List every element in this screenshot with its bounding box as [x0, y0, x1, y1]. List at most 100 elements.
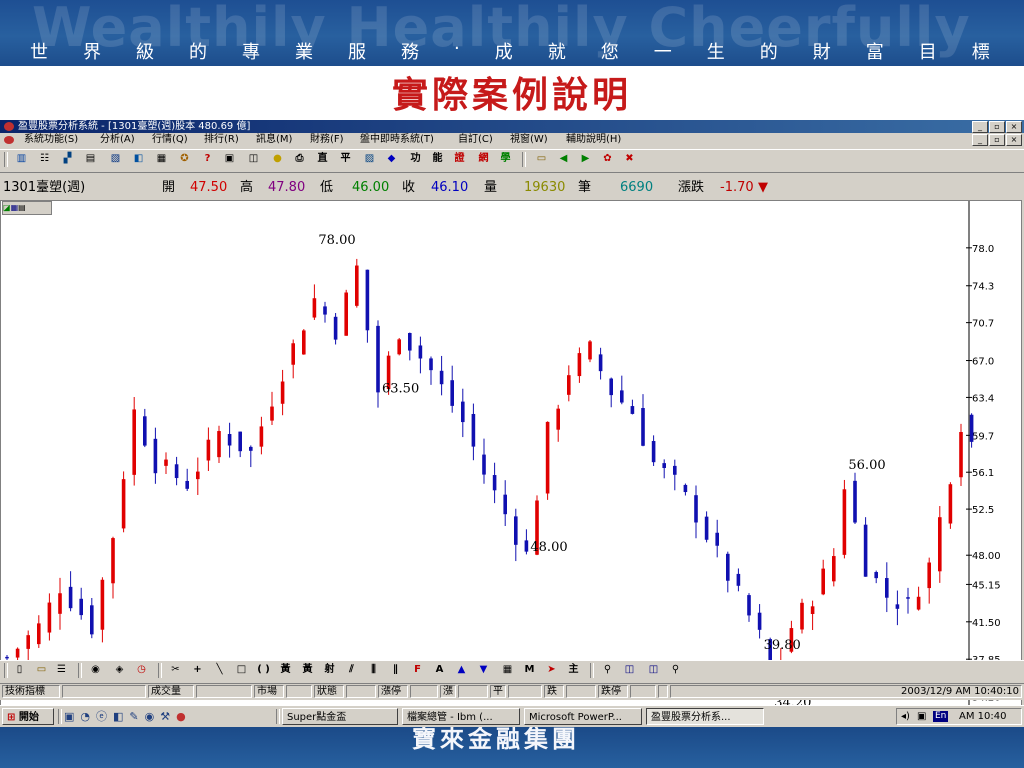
shoot-icon[interactable]: 射 [322, 663, 337, 677]
folder-icon[interactable]: ▭ [534, 152, 549, 166]
printer-icon[interactable]: ⎙ [292, 152, 307, 166]
table-icon[interactable]: ▦ [154, 152, 169, 166]
outlook-icon[interactable]: ◔ [80, 710, 96, 723]
compare-icon[interactable]: ◧ [131, 152, 146, 166]
disk-icon[interactable]: ◉ [88, 663, 103, 677]
energy-icon[interactable]: 能 [430, 152, 445, 166]
pointer-icon[interactable]: ➤ [544, 663, 559, 677]
tool-icon[interactable]: ⚒ [160, 710, 176, 723]
edit-icon[interactable]: ✎ [129, 710, 144, 723]
candle-body [800, 602, 804, 630]
parallel-icon[interactable]: ∥ [388, 663, 403, 677]
fan-icon[interactable]: ⫽ [344, 663, 359, 677]
fibonacci-icon[interactable]: F [410, 663, 425, 677]
rect-icon[interactable]: □ [234, 663, 249, 677]
open-icon[interactable]: ▭ [34, 663, 49, 677]
ie-icon[interactable]: ⓔ [96, 710, 113, 723]
menu-messages[interactable]: 訊息(M) [256, 133, 292, 147]
language-indicator[interactable]: En [933, 711, 949, 722]
ellipse-icon[interactable]: ( ) [256, 663, 271, 677]
fit-icon[interactable]: ▦ [11, 203, 19, 212]
network-icon[interactable]: ▣ [917, 709, 926, 724]
start-button[interactable]: ⊞ 開始 [2, 708, 54, 725]
menu-realtime[interactable]: 盤中即時系統(T) [360, 133, 434, 147]
change-value: -1.70 [720, 180, 754, 195]
menu-finance[interactable]: 財務(F) [310, 133, 344, 147]
explorer-icon[interactable]: ◧ [113, 710, 129, 723]
menu-help[interactable]: 輔助說明(H) [566, 133, 621, 147]
m-icon[interactable]: M [522, 663, 537, 677]
task-super-gold[interactable]: Super點金盃 [282, 708, 398, 725]
menu-custom[interactable]: 自訂(C) [458, 133, 493, 147]
magnify-icon[interactable]: ⚲ [600, 663, 615, 677]
flat-icon[interactable]: 平 [338, 152, 353, 166]
stock-app-icon[interactable]: ● [176, 710, 192, 723]
child-minimize-button[interactable]: _ [972, 134, 988, 146]
gold-icon[interactable]: 黃 [300, 663, 315, 677]
menu-ranking[interactable]: 排行(R) [204, 133, 239, 147]
menu-quotes[interactable]: 行情(Q) [152, 133, 188, 147]
candle-body [302, 330, 306, 355]
cross-icon[interactable]: + [190, 663, 205, 677]
line-icon[interactable]: ╲ [212, 663, 227, 677]
child-restore-button[interactable]: ▫ [989, 134, 1005, 146]
desktop-icon[interactable]: ▣ [64, 710, 80, 723]
cut-icon[interactable]: ✂ [168, 663, 183, 677]
tech-indicator-cell[interactable]: 技術指標 [2, 685, 60, 698]
map-icon[interactable]: ▨ [362, 152, 377, 166]
window-title-bar[interactable]: 盈豐股票分析系統 - [1301臺塑(週)股本 480.69 億] _ ▫ × [0, 120, 1024, 133]
task-stock-system[interactable]: 盈豐股票分析系... [646, 708, 764, 725]
main-icon[interactable]: 主 [566, 663, 581, 677]
text-a-icon[interactable]: A [432, 663, 447, 677]
task-explorer[interactable]: 檔案總管 - Ibm (... [402, 708, 520, 725]
menu-analysis[interactable]: 分析(A) [100, 133, 135, 147]
task-powerpoint[interactable]: Microsoft PowerP... [524, 708, 642, 725]
vertical-icon[interactable]: 直 [315, 152, 330, 166]
list-view-icon[interactable]: ☰ [54, 663, 69, 677]
speaker-icon[interactable]: ◂) [901, 709, 910, 724]
menu-system[interactable]: 系統功能(S) [24, 133, 78, 147]
calendar-icon[interactable]: ▦ [500, 663, 515, 677]
settings-icon[interactable]: ✪ [177, 152, 192, 166]
securities-icon[interactable]: 證 [452, 152, 467, 166]
kline-icon[interactable]: ▧ [108, 152, 123, 166]
bulb-icon[interactable]: ● [270, 152, 285, 166]
study-icon[interactable]: 學 [498, 152, 513, 166]
golden-icon[interactable]: 黃 [278, 663, 293, 677]
list-icon[interactable]: ☷ [37, 152, 52, 166]
close-button[interactable]: × [1006, 121, 1022, 133]
new-icon[interactable]: ▯ [12, 663, 27, 677]
window-b-icon[interactable]: ◫ [646, 663, 661, 677]
fan-lines-icon[interactable]: ⫼ [366, 663, 381, 677]
down-arrow-icon[interactable]: ▼ [476, 663, 491, 677]
chart-icon[interactable]: ▥ [14, 152, 29, 166]
up-arrow-icon[interactable]: ▲ [454, 663, 469, 677]
print-icon[interactable]: ▣ [222, 152, 237, 166]
close-icon[interactable]: ✖ [622, 152, 637, 166]
refresh-icon[interactable]: ✿ [600, 152, 615, 166]
menu-window[interactable]: 視窗(W) [510, 133, 548, 147]
clock-icon[interactable]: ◷ [134, 663, 149, 677]
window-a-icon[interactable]: ◫ [622, 663, 637, 677]
help-icon[interactable]: ? [200, 152, 215, 166]
web-icon[interactable]: 網 [476, 152, 491, 166]
sync-icon[interactable]: ▤ [18, 203, 26, 212]
restore-button[interactable]: ▫ [989, 121, 1005, 133]
chart-canvas[interactable]: 78.0 74.3 70.7 67.0 63.4 59.7 56.1 52.5 48.00 45.… [0, 200, 1022, 740]
zoom-icon[interactable]: ◪ [3, 203, 11, 212]
media-icon[interactable]: ◉ [145, 710, 161, 723]
right-arrow-icon[interactable]: ▶ [578, 152, 593, 166]
search-icon[interactable]: ⚲ [668, 663, 683, 677]
low-value: 46.00 [352, 180, 390, 195]
child-close-button[interactable]: × [1006, 134, 1022, 146]
diamond-icon[interactable]: ◆ [384, 152, 399, 166]
minimize-button[interactable]: _ [972, 121, 988, 133]
candle-body [418, 345, 423, 359]
chart-type-icon[interactable]: ◈ [112, 663, 127, 677]
save-icon[interactable]: ◫ [246, 152, 261, 166]
tray-clock[interactable]: AM 10:40 [959, 709, 1006, 724]
stock-icon[interactable]: ▞ [60, 152, 75, 166]
grid-icon[interactable]: ▤ [83, 152, 98, 166]
left-arrow-icon[interactable]: ◀ [556, 152, 571, 166]
function-icon[interactable]: 功 [408, 152, 423, 166]
